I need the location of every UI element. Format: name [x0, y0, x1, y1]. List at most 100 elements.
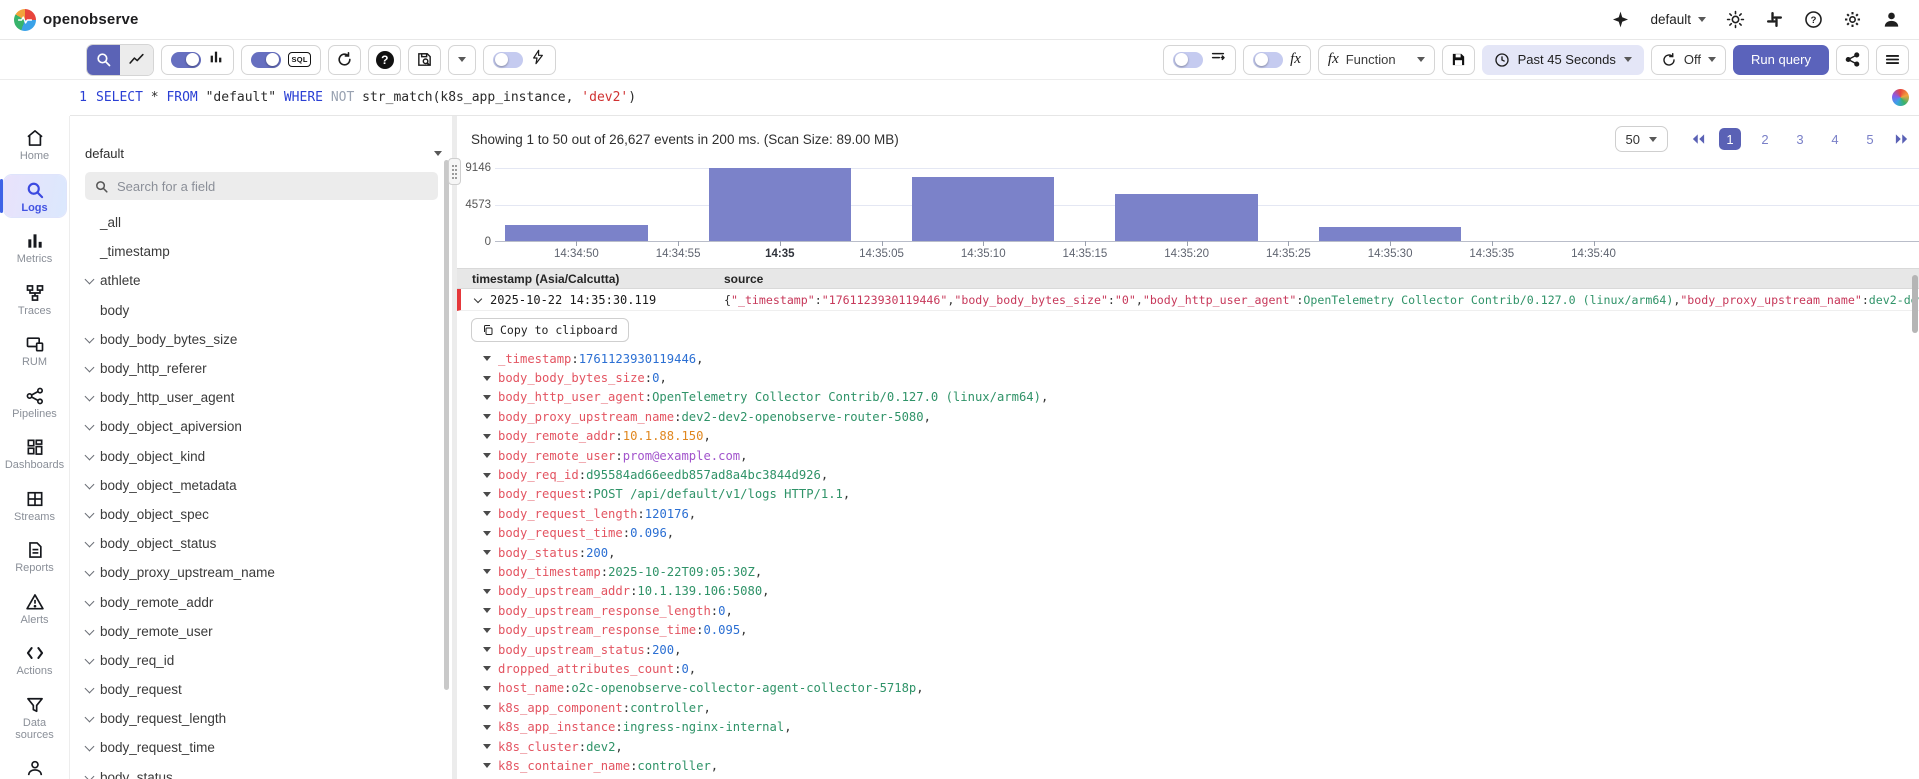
page-scrollbar[interactable]: [1912, 275, 1918, 333]
settings-gear-icon[interactable]: [1843, 10, 1862, 29]
page-button-1[interactable]: 1: [1719, 128, 1741, 150]
histogram-bar[interactable]: [1115, 194, 1257, 241]
json-field-row-body_proxy_upstream_name[interactable]: body_proxy_upstream_name:dev2-dev2-openo…: [471, 407, 1919, 426]
chevron-down-icon[interactable]: [483, 569, 491, 574]
json-field-row-body_timestamp[interactable]: body_timestamp:2025-10-22T09:05:30Z,: [471, 562, 1919, 581]
nav-item-alerts[interactable]: Alerts: [4, 587, 66, 630]
chevron-down-icon[interactable]: [483, 473, 491, 478]
json-field-row-body_upstream_response_time[interactable]: body_upstream_response_time:0.095,: [471, 620, 1919, 639]
save-function-button[interactable]: [1442, 45, 1475, 75]
field-item-body_status[interactable]: body_status: [85, 763, 452, 779]
json-field-row-body_upstream_addr[interactable]: body_upstream_addr:10.1.139.106:5080,: [471, 582, 1919, 601]
json-field-row-body_remote_user[interactable]: body_remote_user:prom@example.com,: [471, 446, 1919, 465]
json-field-row-body_remote_addr[interactable]: body_remote_addr:10.1.88.150,: [471, 427, 1919, 446]
chevron-down-icon[interactable]: [85, 714, 94, 723]
per-page-select[interactable]: 50: [1615, 126, 1668, 152]
chevron-down-icon[interactable]: [483, 434, 491, 439]
chevron-down-icon[interactable]: [483, 453, 491, 458]
chevron-down-icon[interactable]: [85, 422, 94, 431]
histogram-bar[interactable]: [709, 168, 851, 241]
saved-search-button[interactable]: [408, 45, 441, 75]
sql-query-text[interactable]: SELECT * FROM "default" WHERE NOT str_ma…: [96, 90, 1882, 105]
chevron-down-icon[interactable]: [85, 685, 94, 694]
chevron-down-icon[interactable]: [483, 608, 491, 613]
chevron-down-icon[interactable]: [85, 773, 94, 779]
first-page-button[interactable]: [1691, 133, 1706, 145]
chevron-down-icon[interactable]: [85, 510, 94, 519]
nav-item-pipelines[interactable]: Pipelines: [4, 381, 66, 424]
chevron-down-icon[interactable]: [474, 296, 482, 304]
chevron-down-icon[interactable]: [483, 647, 491, 652]
histogram-plot[interactable]: [495, 168, 1919, 242]
chevron-down-icon[interactable]: [483, 395, 491, 400]
field-item-body_object_metadata[interactable]: body_object_metadata: [85, 471, 452, 500]
chevron-down-icon[interactable]: [483, 686, 491, 691]
events-histogram[interactable]: 14:34:5014:34:5514:3514:35:0514:35:1014:…: [457, 164, 1919, 264]
chevron-down-icon[interactable]: [85, 539, 94, 548]
nav-item-dashboards[interactable]: Dashboards: [4, 432, 66, 475]
json-field-row-body_http_user_agent[interactable]: body_http_user_agent:OpenTelemetry Colle…: [471, 388, 1919, 407]
field-item-body_object_status[interactable]: body_object_status: [85, 529, 452, 558]
field-item-body[interactable]: body: [85, 296, 452, 325]
json-field-row-body_upstream_response_length[interactable]: body_upstream_response_length:0,: [471, 601, 1919, 620]
json-field-row-k8s_deployment_name[interactable]: k8s_deployment_name:ingress-nginx-intern…: [471, 776, 1919, 779]
chevron-down-icon[interactable]: [85, 276, 94, 285]
org-selector[interactable]: default: [1650, 12, 1706, 27]
chevron-down-icon[interactable]: [85, 481, 94, 490]
page-button-2[interactable]: 2: [1754, 128, 1776, 150]
chevron-down-icon[interactable]: [85, 598, 94, 607]
json-field-row-dropped_attributes_count[interactable]: dropped_attributes_count:0,: [471, 659, 1919, 678]
brand[interactable]: openobserve: [14, 9, 139, 31]
histogram-bar[interactable]: [505, 225, 647, 241]
json-field-row-body_request_time[interactable]: body_request_time:0.096,: [471, 524, 1919, 543]
visualize-mode-button[interactable]: [120, 45, 153, 75]
field-item-body_http_referer[interactable]: body_http_referer: [85, 354, 452, 383]
run-query-button[interactable]: Run query: [1733, 45, 1829, 75]
page-button-4[interactable]: 4: [1824, 128, 1846, 150]
field-item-athlete[interactable]: athlete: [85, 266, 452, 295]
field-item-body_remote_user[interactable]: body_remote_user: [85, 617, 452, 646]
last-page-button[interactable]: [1894, 133, 1909, 145]
json-field-row-k8s_container_name[interactable]: k8s_container_name:controller,: [471, 756, 1919, 775]
nav-item-data-sources[interactable]: Data sources: [4, 690, 66, 744]
chevron-down-icon[interactable]: [483, 705, 491, 710]
reset-filters-button[interactable]: [328, 45, 361, 75]
field-search-input[interactable]: [117, 179, 429, 194]
histogram-bar[interactable]: [912, 177, 1054, 241]
json-field-row-body_status[interactable]: body_status:200,: [471, 543, 1919, 562]
json-field-row-host_name[interactable]: host_name:o2c-openobserve-collector-agen…: [471, 679, 1919, 698]
chevron-down-icon[interactable]: [483, 725, 491, 730]
search-mode-button[interactable]: [87, 45, 120, 75]
page-button-5[interactable]: 5: [1859, 128, 1881, 150]
field-item-body_object_spec[interactable]: body_object_spec: [85, 500, 452, 529]
json-field-row-k8s_app_component[interactable]: k8s_app_component:controller,: [471, 698, 1919, 717]
chevron-down-icon[interactable]: [85, 364, 94, 373]
chevron-down-icon[interactable]: [85, 568, 94, 577]
splitter-drag-handle[interactable]: [448, 158, 461, 185]
chevron-down-icon[interactable]: [483, 666, 491, 671]
nav-item-traces[interactable]: Traces: [4, 278, 66, 321]
auto-refresh-select[interactable]: Off: [1651, 45, 1726, 75]
field-item-body_http_user_agent[interactable]: body_http_user_agent: [85, 383, 452, 412]
field-item-body_request_length[interactable]: body_request_length: [85, 704, 452, 733]
json-field-row-body_upstream_status[interactable]: body_upstream_status:200,: [471, 640, 1919, 659]
chevron-down-icon[interactable]: [483, 744, 491, 749]
time-range-picker[interactable]: Past 45 Seconds: [1482, 45, 1644, 75]
vrl-function-toggle[interactable]: [1253, 52, 1283, 68]
json-field-row-body_request[interactable]: body_request:POST /api/default/v1/logs H…: [471, 485, 1919, 504]
sql-query-editor[interactable]: 1 SELECT * FROM "default" WHERE NOT str_…: [70, 80, 1919, 116]
nav-item-reports[interactable]: Reports: [4, 535, 66, 578]
chevron-down-icon[interactable]: [483, 628, 491, 633]
menu-button[interactable]: [1876, 45, 1909, 75]
histogram-toggle[interactable]: [171, 52, 201, 68]
nav-item-iam[interactable]: IAM: [4, 753, 66, 779]
json-field-row-_timestamp[interactable]: _timestamp:1761123930119446,: [471, 349, 1919, 368]
chevron-down-icon[interactable]: [483, 376, 491, 381]
chevron-down-icon[interactable]: [85, 393, 94, 402]
interesting-fields-toggle[interactable]: [1173, 52, 1203, 68]
field-item-_all[interactable]: _all: [85, 208, 452, 237]
user-profile-icon[interactable]: [1882, 10, 1901, 29]
nav-item-rum[interactable]: RUM: [4, 329, 66, 372]
nav-item-home[interactable]: Home: [4, 123, 66, 166]
nav-item-logs[interactable]: Logs: [4, 175, 66, 218]
